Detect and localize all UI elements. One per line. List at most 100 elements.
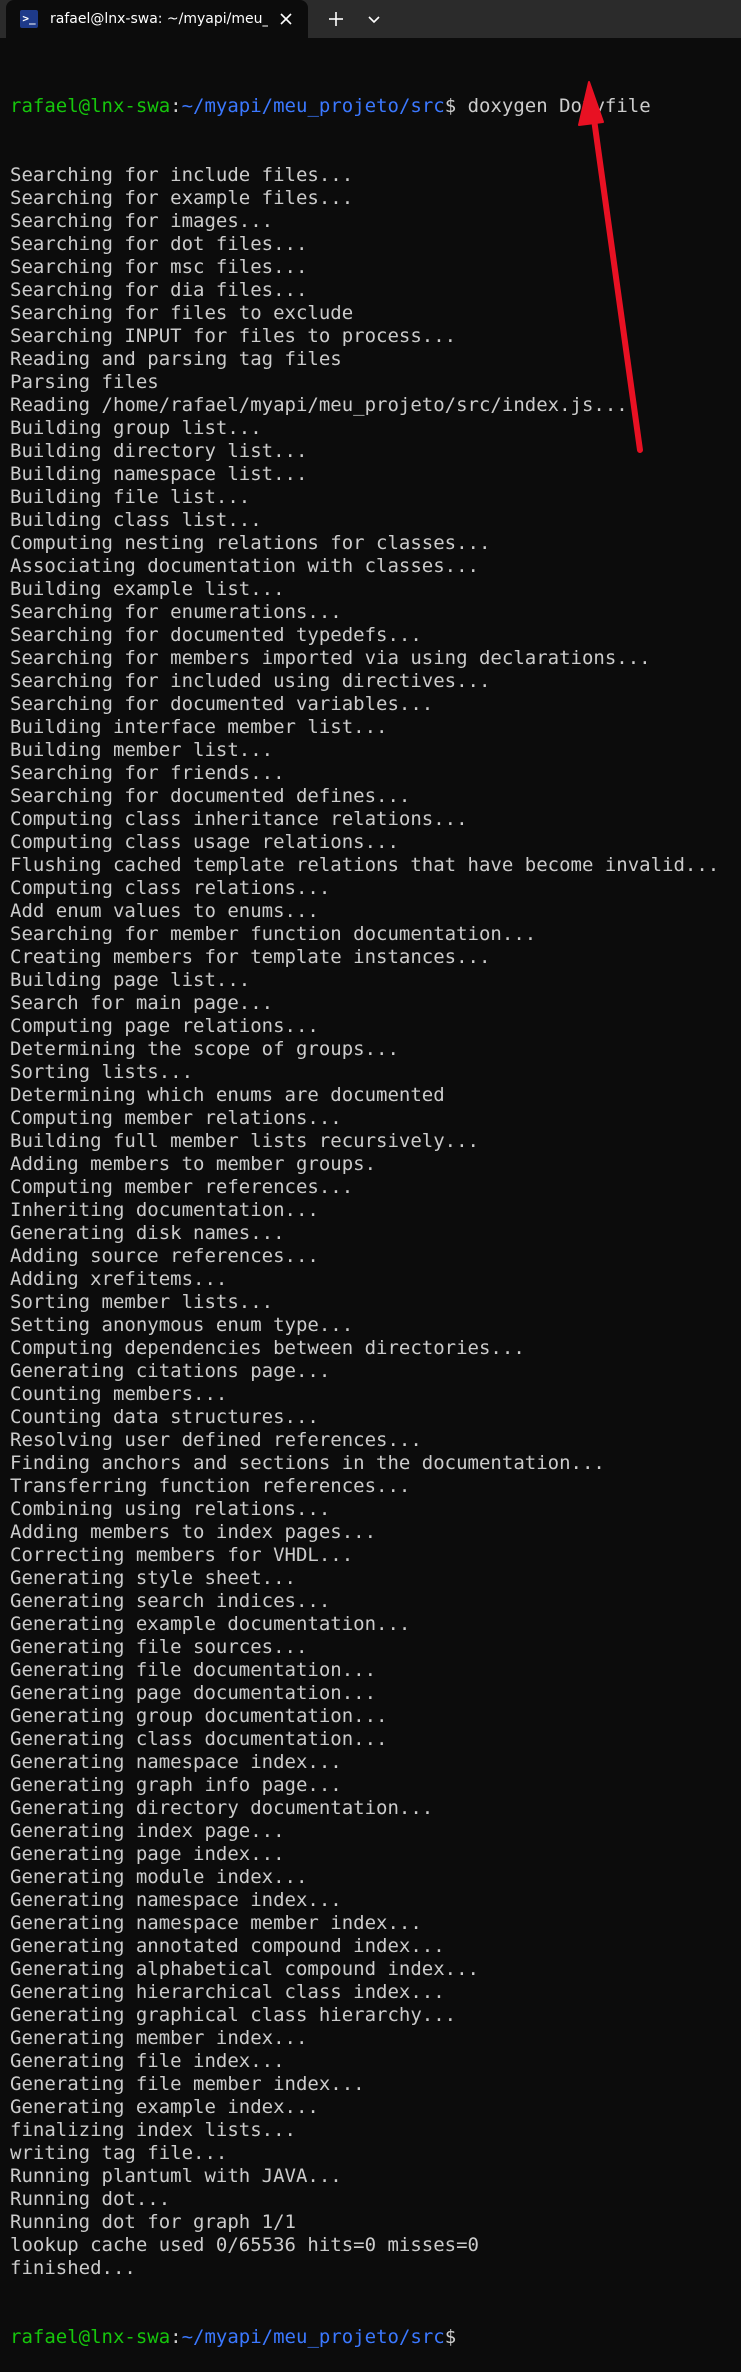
- output-line: Building namespace list...: [10, 463, 308, 485]
- output-line: Generating page index...: [10, 1843, 285, 1865]
- output-line: Computing class usage relations...: [10, 831, 399, 853]
- output-line: Generating graph info page...: [10, 1774, 342, 1796]
- output-line: Generating search indices...: [10, 1590, 331, 1612]
- output-line: Generating page documentation...: [10, 1682, 377, 1704]
- output-line: Computing nesting relations for classes.…: [10, 532, 491, 554]
- output-line: Generating file member index...: [10, 2073, 365, 2095]
- prompt-user: rafael@lnx-swa: [10, 95, 171, 117]
- output-line: Add enum values to enums...: [10, 900, 319, 922]
- output-line: Generating file index...: [10, 2050, 285, 2072]
- output-line: Searching for msc files...: [10, 256, 308, 278]
- output-line: Generating citations page...: [10, 1360, 331, 1382]
- output-line: Computing dependencies between directori…: [10, 1337, 525, 1359]
- output-line: Searching for include files...: [10, 164, 354, 186]
- output-line: Building example list...: [10, 578, 285, 600]
- output-line: Counting members...: [10, 1383, 228, 1405]
- output-line: Searching INPUT for files to process...: [10, 325, 457, 347]
- output-line: Adding members to member groups.: [10, 1153, 377, 1175]
- output-line: Parsing files: [10, 371, 159, 393]
- output-line: Computing member relations...: [10, 1107, 342, 1129]
- output-line: Adding members to index pages...: [10, 1521, 377, 1543]
- output-line: Generating directory documentation...: [10, 1797, 434, 1819]
- output-line: Generating example documentation...: [10, 1613, 411, 1635]
- output-line: Search for main page...: [10, 992, 274, 1014]
- output-line: Counting data structures...: [10, 1406, 319, 1428]
- output-line: Transferring function references...: [10, 1475, 411, 1497]
- output-line: Searching for member function documentat…: [10, 923, 537, 945]
- output-line: Generating class documentation...: [10, 1728, 388, 1750]
- output-line: Generating module index...: [10, 1866, 308, 1888]
- output-line: Searching for documented defines...: [10, 785, 411, 807]
- output-line: Generating member index...: [10, 2027, 308, 2049]
- output-line: Searching for included using directives.…: [10, 670, 491, 692]
- terminal-output[interactable]: rafael@lnx-swa:~/myapi/meu_projeto/src$ …: [10, 49, 741, 2372]
- output-line: lookup cache used 0/65536 hits=0 misses=…: [10, 2234, 479, 2256]
- terminal-icon: >_: [20, 10, 38, 28]
- output-line: Generating style sheet...: [10, 1567, 296, 1589]
- output-line: Associating documentation with classes..…: [10, 555, 479, 577]
- prompt-user: rafael@lnx-swa: [10, 2326, 171, 2348]
- output-line: Determining which enums are documented: [10, 1084, 445, 1106]
- output-line: Generating alphabetical compound index..…: [10, 1958, 479, 1980]
- output-line: writing tag file...: [10, 2142, 228, 2164]
- command-text: doxygen Doxyfile: [456, 95, 651, 117]
- output-line: Searching for images...: [10, 210, 274, 232]
- output-line: Generating index page...: [10, 1820, 285, 1842]
- output-line: Sorting lists...: [10, 1061, 194, 1083]
- command-line: rafael@lnx-swa:~/myapi/meu_projeto/src$ …: [10, 95, 741, 118]
- output-line: Running plantuml with JAVA...: [10, 2165, 342, 2187]
- output-line: Inheriting documentation...: [10, 1199, 319, 1221]
- output-line: Creating members for template instances.…: [10, 946, 491, 968]
- output-line: Flushing cached template relations that …: [10, 854, 720, 876]
- close-icon[interactable]: [276, 9, 296, 29]
- output-line: Reading and parsing tag files: [10, 348, 342, 370]
- prompt-path: ~/myapi/meu_projeto/src: [181, 2326, 445, 2348]
- output-line: Searching for enumerations...: [10, 601, 342, 623]
- output-line: Generating namespace member index...: [10, 1912, 422, 1934]
- output-line: Reading /home/rafael/myapi/meu_projeto/s…: [10, 394, 628, 416]
- output-line: Building directory list...: [10, 440, 308, 462]
- output-line: Sorting member lists...: [10, 1291, 274, 1313]
- output-line: Searching for documented variables...: [10, 693, 434, 715]
- output-line: Building group list...: [10, 417, 262, 439]
- output-line: Building interface member list...: [10, 716, 388, 738]
- output-line: Finding anchors and sections in the docu…: [10, 1452, 605, 1474]
- prompt-separator: :: [170, 2326, 182, 2348]
- output-line: Generating file sources...: [10, 1636, 308, 1658]
- plus-icon[interactable]: [326, 9, 346, 29]
- output-line: Correcting members for VHDL...: [10, 1544, 354, 1566]
- output-line: Searching for dot files...: [10, 233, 308, 255]
- output-line: finalizing index lists...: [10, 2119, 296, 2141]
- output-line: Computing page relations...: [10, 1015, 319, 1037]
- output-line: Generating disk names...: [10, 1222, 285, 1244]
- tab-title: rafael@lnx-swa: ~/myapi/meu_projeto/src: [50, 11, 268, 27]
- tab-terminal[interactable]: >_ rafael@lnx-swa: ~/myapi/meu_projeto/s…: [6, 0, 308, 38]
- chevron-down-icon[interactable]: [364, 9, 384, 29]
- prompt-path: ~/myapi/meu_projeto/src: [181, 95, 445, 117]
- prompt-symbol: $: [444, 2326, 457, 2348]
- output-line: Determining the scope of groups...: [10, 1038, 399, 1060]
- output-line: Generating file documentation...: [10, 1659, 377, 1681]
- prompt-symbol: $: [444, 95, 457, 117]
- output-line: Searching for example files...: [10, 187, 354, 209]
- output-line: Resolving user defined references...: [10, 1429, 422, 1451]
- output-line: Building page list...: [10, 969, 251, 991]
- output-line: Generating example index...: [10, 2096, 319, 2118]
- output-line: Generating group documentation...: [10, 1705, 388, 1727]
- output-line: Generating namespace index...: [10, 1889, 342, 1911]
- output-line: Generating graphical class hierarchy...: [10, 2004, 457, 2026]
- current-prompt-line[interactable]: rafael@lnx-swa:~/myapi/meu_projeto/src$: [10, 2326, 741, 2349]
- prompt-separator: :: [170, 95, 182, 117]
- output-line: Computing class inheritance relations...: [10, 808, 468, 830]
- output-line: Running dot...: [10, 2188, 171, 2210]
- output-line: Searching for friends...: [10, 762, 285, 784]
- output-line: finished...: [10, 2257, 136, 2279]
- output-line: Combining using relations...: [10, 1498, 331, 1520]
- output-line: Building full member lists recursively..…: [10, 1130, 479, 1152]
- output-lines: Searching for include files... Searching …: [10, 164, 741, 2280]
- output-line: Building file list...: [10, 486, 251, 508]
- output-line: Searching for documented typedefs...: [10, 624, 422, 646]
- output-line: Generating annotated compound index...: [10, 1935, 445, 1957]
- output-line: Computing member references...: [10, 1176, 354, 1198]
- output-line: Adding source references...: [10, 1245, 319, 1267]
